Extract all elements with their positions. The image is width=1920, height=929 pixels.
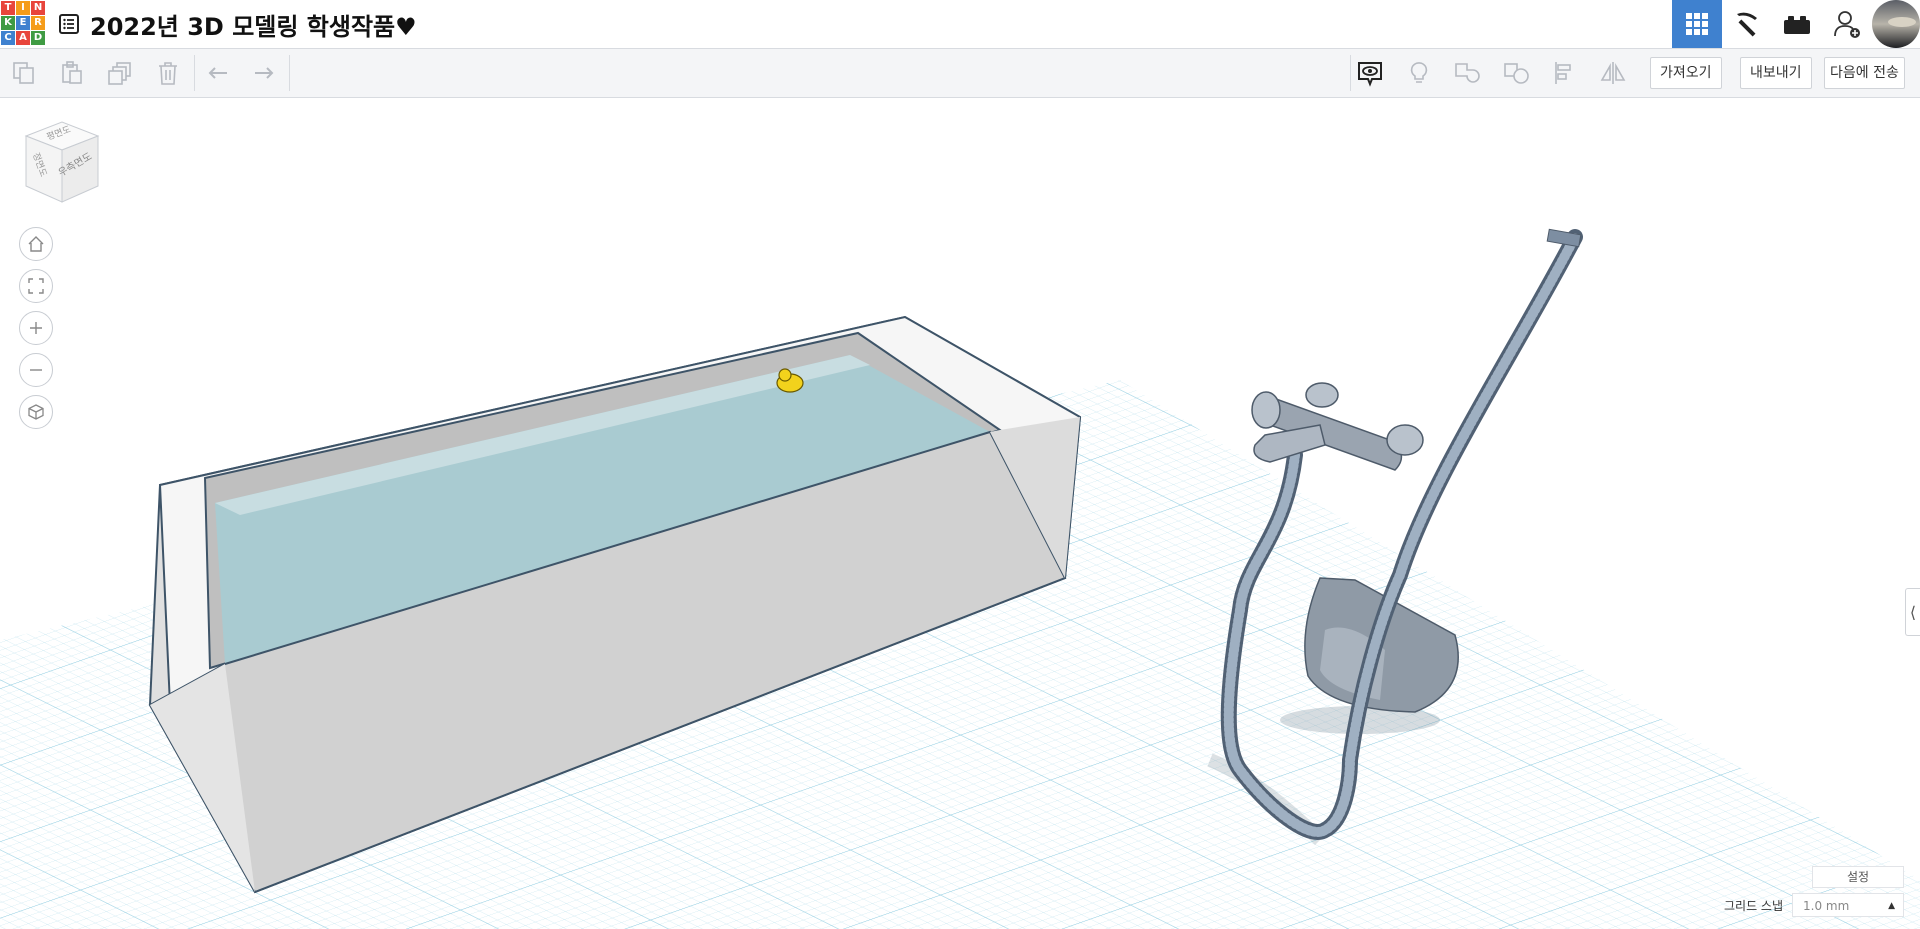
logo-letter: T — [1, 1, 15, 15]
paste-icon — [62, 61, 82, 84]
copy-button[interactable] — [0, 49, 48, 97]
faucet-model[interactable] — [1251, 382, 1424, 471]
logo-letter: N — [31, 1, 45, 15]
design-list-icon[interactable] — [58, 13, 80, 35]
minus-icon — [30, 369, 42, 371]
ungroup-icon — [1504, 63, 1529, 84]
plus-icon — [30, 322, 42, 334]
logo-letter: A — [16, 31, 30, 45]
delete-button[interactable] — [144, 49, 192, 97]
zoom-out-button[interactable] — [19, 353, 53, 387]
grid-snap-select[interactable]: 1.0 mm ▲ — [1792, 893, 1904, 917]
zoom-in-button[interactable] — [19, 311, 53, 345]
design-title[interactable]: 2022년 3D 모델링 학생작품♥ — [90, 7, 417, 42]
import-button[interactable]: 가져오기 — [1650, 57, 1722, 89]
profile-button[interactable] — [1872, 0, 1920, 48]
copy-icon — [13, 62, 34, 84]
home-view-button[interactable] — [19, 227, 53, 261]
logo-letter: K — [1, 16, 15, 30]
pickaxe-icon — [1737, 12, 1757, 37]
tinkercad-logo[interactable]: T I N K E R C A D — [0, 0, 47, 47]
speech-eye-icon — [1358, 62, 1382, 87]
redo-button[interactable] — [240, 49, 288, 97]
home-icon — [28, 236, 44, 252]
group-icon — [1455, 63, 1480, 83]
duplicate-icon — [108, 62, 131, 85]
chevron-left-icon: ⟨ — [1909, 602, 1917, 622]
mirror-icon — [1600, 62, 1626, 84]
trash-icon — [159, 62, 177, 85]
add-user-button[interactable] — [1822, 0, 1872, 48]
caret-up-icon: ▲ — [1888, 901, 1895, 911]
shapes-panel-toggle[interactable]: ⟨ — [1905, 588, 1920, 636]
brick-icon — [1784, 16, 1810, 34]
duplicate-button[interactable] — [96, 49, 144, 97]
fit-icon — [28, 278, 44, 294]
grid-snap-label: 그리드 스냅 — [1723, 899, 1783, 913]
light-button[interactable] — [1395, 49, 1443, 97]
fit-view-button[interactable] — [19, 269, 53, 303]
top-bar: T I N K E R C A D 2022년 3D 모델링 학생작품♥ — [0, 0, 1920, 49]
blocks-view-button[interactable] — [1722, 0, 1772, 48]
bricks-view-button[interactable] — [1772, 0, 1822, 48]
notes-toggle-button[interactable] — [1346, 49, 1394, 97]
avatar — [1872, 0, 1920, 48]
group-button[interactable] — [1443, 49, 1491, 97]
align-button[interactable] — [1541, 49, 1589, 97]
scene-canvas[interactable] — [0, 98, 1920, 929]
lightbulb-icon — [1410, 62, 1428, 83]
grid-snap-value: 1.0 mm — [1803, 899, 1850, 913]
align-icon — [1555, 62, 1571, 84]
ungroup-button[interactable] — [1492, 49, 1540, 97]
mirror-button[interactable] — [1589, 49, 1637, 97]
logo-letter: E — [16, 16, 30, 30]
logo-letter: C — [1, 31, 15, 45]
settings-button[interactable]: 설정 — [1812, 866, 1904, 888]
logo-letter: R — [31, 16, 45, 30]
add-user-icon — [1834, 11, 1860, 38]
workplane-viewport[interactable]: 평면도 정면도 우측면도 ⟨ 설정 그리드 스냅 1.0 mm ▲ — [0, 98, 1920, 929]
paste-button[interactable] — [48, 49, 96, 97]
logo-letter: D — [31, 31, 45, 45]
export-button[interactable]: 내보내기 — [1740, 57, 1812, 89]
cube-icon — [28, 404, 44, 420]
send-to-button[interactable]: 다음에 전송 — [1824, 57, 1905, 89]
edit-toolbar: 가져오기 내보내기 다음에 전송 — [0, 49, 1920, 98]
3d-design-view-button[interactable] — [1672, 0, 1722, 48]
redo-icon — [255, 67, 274, 79]
projection-toggle-button[interactable] — [19, 395, 53, 429]
grid-icon — [1686, 13, 1708, 35]
undo-icon — [208, 67, 227, 79]
undo-button[interactable] — [194, 49, 242, 97]
logo-letter: I — [16, 1, 30, 15]
